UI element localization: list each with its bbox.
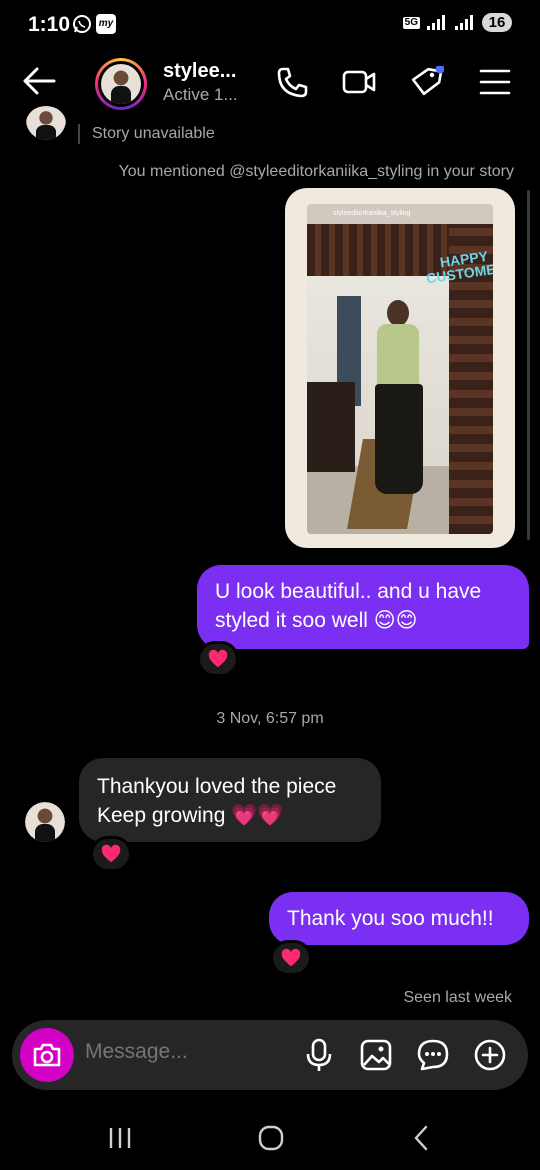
status-indicators: 5G 16 — [402, 13, 512, 32]
camera-button[interactable] — [20, 1028, 74, 1082]
whatsapp-icon — [73, 15, 91, 33]
camera-icon — [33, 1043, 61, 1067]
story-handle: styleeditorkaniika_styling — [333, 210, 411, 217]
signal-icon-2 — [455, 14, 473, 30]
message-bubble-incoming[interactable]: Thankyou loved the piece Keep growing 💗💗 — [79, 758, 381, 842]
sender-avatar — [26, 106, 66, 140]
active-status: Active 1... — [163, 85, 238, 104]
shared-story-card[interactable]: styleeditorkaniika_styling HAPPY CUSTOME… — [285, 188, 515, 548]
status-time: 1:10 — [28, 13, 71, 36]
phone-call-icon[interactable] — [275, 66, 309, 98]
back-nav-icon[interactable] — [408, 1124, 436, 1152]
chat-header: stylee... Active 1... — [0, 52, 540, 112]
reply-divider — [78, 124, 80, 144]
story-reply-row: Story unavailable — [0, 106, 540, 152]
story-image: styleeditorkaniika_styling HAPPY CUSTOME… — [307, 204, 493, 534]
battery-level: 16 — [482, 13, 512, 32]
reaction-badge[interactable] — [90, 836, 132, 872]
reaction-badge[interactable] — [270, 940, 312, 976]
microphone-icon[interactable] — [302, 1038, 336, 1072]
menu-icon[interactable] — [478, 66, 512, 98]
signal-icon — [427, 14, 445, 30]
message-input[interactable] — [85, 1040, 285, 1064]
heart-icon — [281, 948, 301, 967]
recent-apps-icon[interactable] — [106, 1124, 134, 1152]
tag-icon[interactable] — [410, 66, 444, 98]
sticker-chat-icon[interactable] — [416, 1038, 450, 1072]
network-type: 5G — [402, 16, 420, 29]
system-nav-bar — [0, 1100, 540, 1170]
username[interactable]: stylee... — [163, 60, 236, 83]
seen-status: Seen last week — [403, 989, 512, 1006]
date-separator: 3 Nov, 6:57 pm — [216, 710, 324, 727]
heart-icon — [101, 844, 121, 863]
plus-icon[interactable] — [473, 1038, 507, 1072]
message-composer — [12, 1020, 528, 1090]
profile-avatar[interactable] — [95, 58, 147, 110]
gallery-icon[interactable] — [359, 1038, 393, 1072]
heart-icon — [208, 649, 228, 668]
back-arrow-icon[interactable] — [22, 66, 56, 96]
sender-avatar[interactable] — [25, 802, 65, 842]
mention-note: You mentioned @styleeditorkaniika_stylin… — [118, 163, 514, 180]
message-bubble-outgoing[interactable]: Thank you soo much!! — [269, 892, 529, 945]
app-notification-icon: my — [96, 14, 116, 34]
video-call-icon[interactable] — [342, 66, 376, 98]
status-bar: 1:10 my 5G 16 — [0, 0, 540, 48]
scrollbar[interactable] — [527, 190, 530, 540]
home-icon[interactable] — [257, 1124, 285, 1152]
reaction-badge[interactable] — [197, 641, 239, 677]
story-unavailable-label: Story unavailable — [92, 125, 215, 142]
message-bubble-outgoing[interactable]: U look beautiful.. and u have styled it … — [197, 565, 529, 649]
